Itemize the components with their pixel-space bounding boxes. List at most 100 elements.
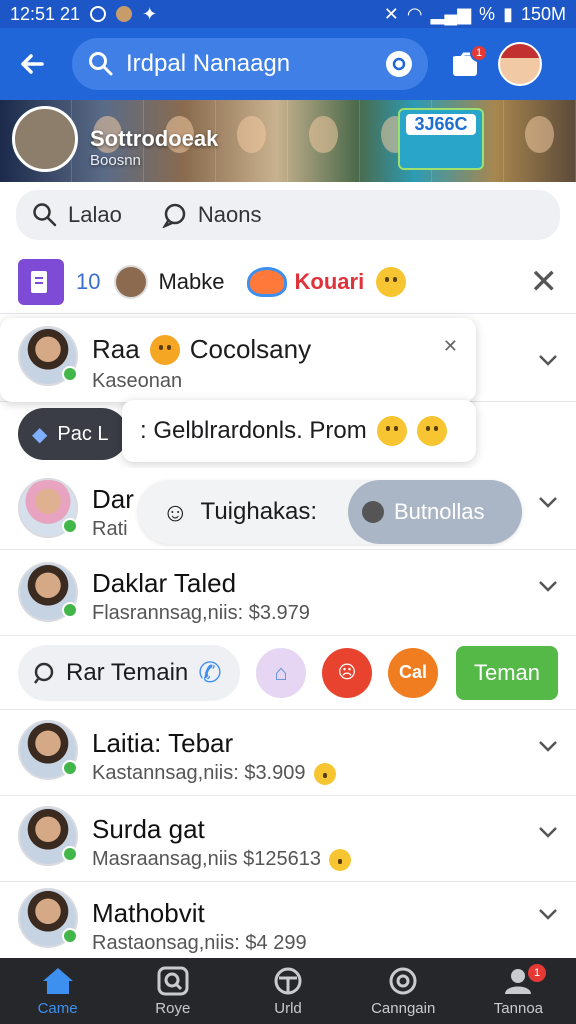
nav-item-world[interactable]: Urld — [230, 958, 345, 1024]
clear-search-button[interactable] — [386, 51, 412, 77]
list-item[interactable]: Laitia: Tebar Kastannsag,niis: $3.909 — [0, 712, 576, 796]
contact-sub: Kastannsag,niis: $3.909 — [92, 762, 306, 784]
nav-badge: 1 — [528, 964, 547, 982]
face-icon: ☺ — [162, 496, 189, 527]
online-indicator — [62, 366, 78, 382]
reaction-icon[interactable] — [246, 266, 287, 297]
status-indicator-icon — [90, 6, 107, 22]
status-bar: 12:51 21 ✦ ✕ ◠ ▂▄▆ % ▮ 150M — [0, 0, 576, 28]
chevron-down-icon[interactable] — [536, 820, 560, 844]
online-indicator — [62, 518, 78, 534]
quick-action-pill[interactable]: ◆ Pac L — [18, 408, 128, 460]
contact-popup-card[interactable]: Raa Cocolsany Kaseonan ✕ — [0, 318, 476, 402]
phone-icon: ✆ — [198, 657, 222, 688]
action-row: Rar Temain ✆ ⌂ ☹ Cal Teman — [0, 636, 576, 710]
list-item[interactable]: Surda gat Masraansag,niis $125613 — [0, 798, 576, 882]
banner-subtitle: Boosnn — [90, 152, 141, 169]
action-popup-button-label: Butnollas — [394, 499, 485, 524]
battery-text: 150M — [520, 3, 566, 24]
wifi-icon: ◠ — [406, 3, 423, 24]
popup-title-row: Raa Cocolsany — [92, 334, 311, 365]
notifications-button[interactable]: 1 — [444, 42, 488, 86]
action-popup[interactable]: ☺ Tuighakas: Butnollas — [138, 480, 522, 544]
filter-messages-label: Naons — [197, 202, 262, 227]
promo-card-value: 3J66C — [406, 114, 476, 135]
user-icon — [362, 501, 384, 523]
avatar — [18, 326, 78, 386]
search-icon — [89, 52, 113, 76]
wave-icon: ◆ — [32, 423, 48, 446]
filter-search-label: Lalao — [68, 202, 122, 227]
angry-emoji-button[interactable]: ☹ — [322, 647, 372, 698]
chevron-down-icon[interactable] — [536, 348, 560, 372]
shrink-icon[interactable]: ✕ — [443, 336, 458, 357]
call-emoji-label: Cal — [398, 662, 427, 682]
nav-label: Came — [37, 999, 78, 1017]
search-input[interactable]: Irdpal Nanaagn — [72, 38, 428, 90]
avatar — [18, 478, 78, 538]
action-popup-button[interactable]: Butnollas — [348, 480, 522, 544]
chevron-down-icon[interactable] — [536, 490, 560, 514]
banner-name: Sottrodoeak — [90, 126, 219, 151]
contact-sub: Rati — [92, 518, 128, 540]
banner-promo-card[interactable]: 3J66C — [398, 108, 484, 170]
call-emoji-button[interactable]: Cal — [388, 647, 438, 698]
nav-item-search[interactable]: Roye — [115, 958, 230, 1024]
message-preview-text: : Gelblrardonls. Prom — [140, 417, 367, 444]
status-app-icon — [116, 6, 133, 22]
search-icon — [33, 203, 57, 227]
chevron-down-icon[interactable] — [536, 574, 560, 598]
nav-label: Roye — [155, 999, 191, 1017]
filter-messages[interactable]: Naons — [162, 202, 262, 228]
store-button[interactable]: ⌂ — [256, 647, 306, 698]
emoji-icon — [149, 334, 180, 365]
globe-icon — [274, 967, 302, 994]
list-item[interactable]: Daklar Taled Flasrannsag,niis: $3.979 — [0, 552, 576, 636]
nav-label: Tannoa — [493, 999, 544, 1017]
contact-sub-row: Masraansag,niis $125613 — [92, 848, 352, 871]
contact-name: Mathobvit — [92, 898, 205, 928]
emoji-icon[interactable] — [376, 266, 407, 297]
mute-icon: ✕ — [383, 3, 399, 24]
popup-title: Raa — [92, 334, 140, 364]
profile-banner: Sottrodoeak Boosnn 3J66C — [0, 100, 576, 182]
back-button[interactable] — [12, 44, 52, 84]
online-indicator — [62, 602, 78, 618]
message-preview-popup[interactable]: : Gelblrardonls. Prom — [122, 400, 476, 462]
home-icon — [42, 967, 73, 994]
action-search[interactable]: Rar Temain ✆ — [18, 644, 240, 701]
chip-tag[interactable]: Kouari — [295, 269, 365, 295]
battery-icon: ▮ — [503, 3, 513, 24]
chip-name[interactable]: Mabke — [158, 269, 224, 295]
list-item[interactable]: Mathobvit Rastaonsag,niis: $4 299 — [0, 882, 576, 958]
popup-title-2: Cocolsany — [189, 334, 312, 364]
action-search-label: Rar Temain — [66, 658, 189, 686]
contact-sub: Flasrannsag,niis: $3.979 — [92, 602, 310, 624]
action-popup-text: Tuighakas: — [200, 498, 318, 525]
banner-avatar[interactable] — [12, 106, 78, 172]
avatar — [18, 806, 78, 866]
add-document-button[interactable] — [18, 258, 64, 305]
chat-bubble-icon — [162, 203, 186, 228]
nav-item-profile[interactable]: 1 Tannoa — [461, 958, 576, 1024]
chip-avatar[interactable] — [114, 264, 149, 299]
avatar — [18, 720, 78, 780]
profile-avatar[interactable] — [498, 42, 542, 86]
banner-photo-strip — [0, 100, 576, 182]
nav-item-campaign[interactable]: Canngain — [346, 958, 461, 1024]
chip-count: 10 — [76, 268, 101, 294]
back-arrow-icon — [21, 54, 44, 74]
close-chip-button[interactable]: ✕ — [530, 262, 559, 302]
chevron-down-icon[interactable] — [536, 734, 560, 758]
nav-item-home[interactable]: Came — [0, 958, 115, 1024]
avatar — [18, 562, 78, 622]
filter-bar: Lalao Naons — [16, 190, 560, 240]
filter-search[interactable]: Lalao — [32, 202, 122, 228]
add-friend-button[interactable]: Teman — [456, 645, 558, 700]
emoji-icon — [329, 848, 352, 871]
emoji-icon — [313, 762, 336, 785]
contact-name: Dar — [92, 484, 134, 514]
nav-label: Canngain — [371, 999, 436, 1017]
chevron-down-icon[interactable] — [536, 902, 560, 926]
search-icon — [34, 662, 54, 684]
